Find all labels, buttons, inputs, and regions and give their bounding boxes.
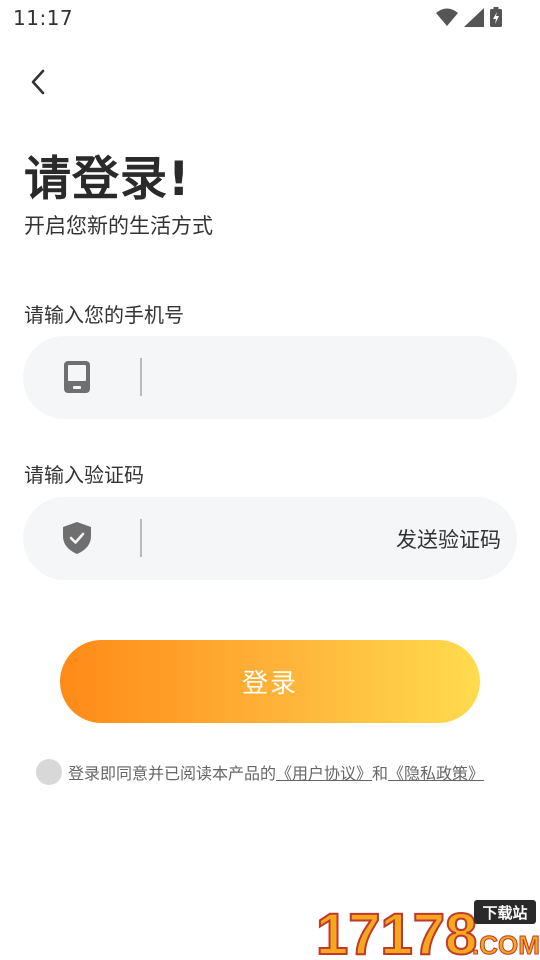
watermark-badge: 下载站 <box>482 904 527 922</box>
battery-charging-icon <box>490 7 502 27</box>
code-label: 请输入验证码 <box>24 463 144 487</box>
agreement-text: 登录即同意并已阅读本产品的 <box>68 764 277 783</box>
status-bar: 11:17 <box>0 0 540 36</box>
page-subtitle: 开启您新的生活方式 <box>24 214 213 238</box>
watermark-logo: 17178 下载站 .COM <box>315 900 540 960</box>
wifi-icon <box>436 8 458 26</box>
send-code-button[interactable]: 发送验证码 <box>396 524 501 554</box>
back-button[interactable] <box>22 66 54 98</box>
phone-divider <box>140 358 142 396</box>
phone-field[interactable] <box>23 336 517 421</box>
login-button[interactable]: 登录 <box>60 640 480 723</box>
chevron-left-icon <box>31 69 45 95</box>
watermark-domain: .COM <box>472 930 540 960</box>
phone-icon <box>61 360 93 394</box>
terms-link[interactable]: 《用户协议》 <box>276 760 372 784</box>
code-divider <box>140 519 142 557</box>
cellular-signal-icon <box>464 7 484 27</box>
privacy-link[interactable]: 《隐私政策》 <box>388 760 484 784</box>
phone-label: 请输入您的手机号 <box>24 303 184 327</box>
status-time: 11:17 <box>13 6 74 30</box>
phone-input[interactable] <box>153 336 397 421</box>
agreement-and: 和 <box>372 764 389 783</box>
code-input[interactable] <box>153 497 397 582</box>
agreement-row: 登录即同意并已阅读本产品的 《用户协议》 和 《隐私政策》 <box>36 759 484 785</box>
page-title: 请登录! <box>24 152 191 207</box>
status-icons <box>436 7 502 27</box>
code-field[interactable]: 发送验证码 <box>23 497 517 582</box>
agreement-checkbox[interactable] <box>36 759 62 785</box>
shield-check-icon <box>61 521 93 555</box>
watermark-number: 17178 <box>316 902 477 960</box>
